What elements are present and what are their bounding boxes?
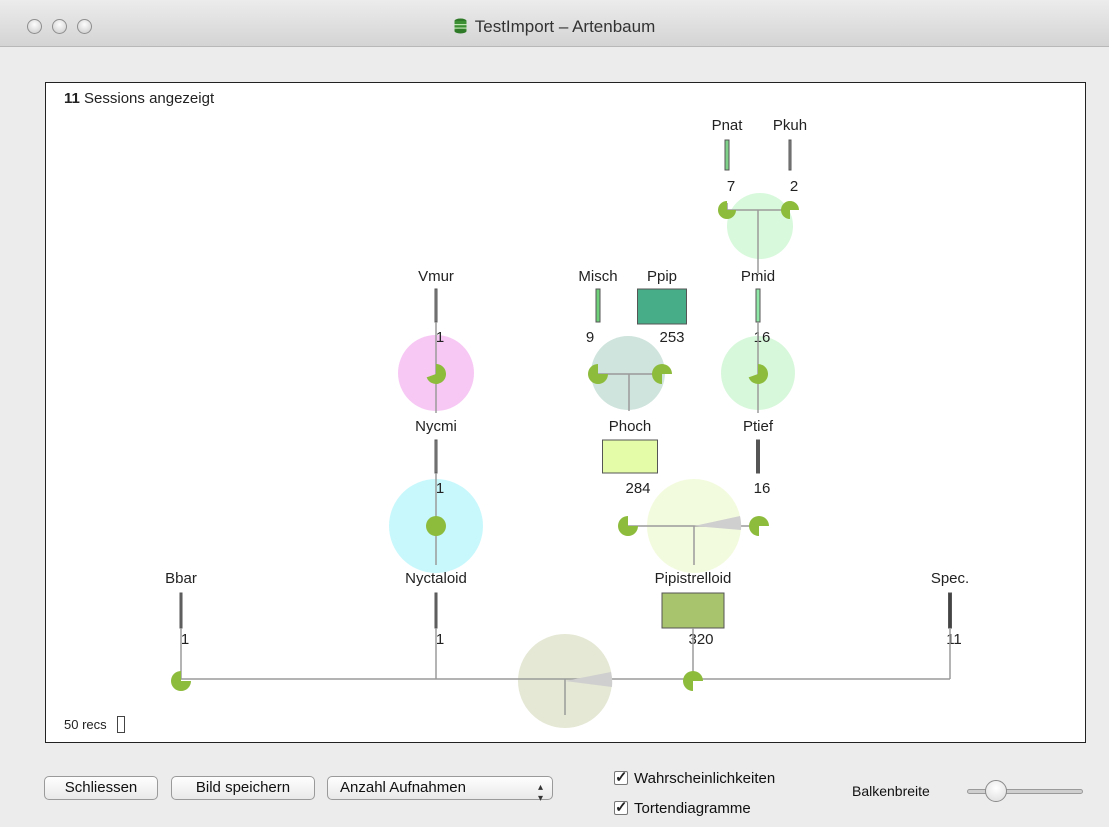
node-count-nyctaloid: 1: [436, 631, 444, 648]
node-count-ppip: 253: [659, 329, 684, 346]
node-bar-nycmi: [434, 439, 438, 474]
node-count-pipistrelloid: 320: [688, 631, 713, 648]
database-icon: [454, 18, 467, 34]
close-button[interactable]: Schliessen: [44, 776, 158, 800]
checkbox-checked-icon: [614, 798, 628, 816]
node-bar-pnat: [724, 139, 730, 171]
records-scale-bar: [116, 716, 125, 733]
node-count-misch: 9: [586, 329, 594, 346]
metric-select[interactable]: Anzahl Aufnahmen ▴ ▾: [327, 776, 553, 804]
group-circle-pnat-pkuh: [727, 193, 793, 259]
node-count-nycmi: 1: [436, 480, 444, 497]
node-bar-ptief: [756, 439, 760, 474]
node-label-bbar: Bbar: [165, 570, 197, 587]
bar-width-label: Balkenbreite: [852, 783, 930, 799]
species-tree-diagram: Pnat 7 Pkuh 2 Vmur 1 Misch 9 Ppip 253 Pmid 16 Nycmi 1…: [165, 117, 969, 728]
node-label-ptief: Ptief: [743, 418, 774, 435]
node-bar-spec: [948, 592, 952, 629]
pie-pkuh: [781, 201, 799, 219]
title-bar: TestImport – Artenbaum: [0, 0, 1109, 47]
node-count-bbar: 1: [181, 631, 189, 648]
node-bar-misch: [595, 288, 601, 323]
node-count-pkuh: 2: [790, 178, 798, 195]
pie-bbar: [171, 671, 191, 691]
node-label-nycmi: Nycmi: [415, 418, 457, 435]
node-bar-pmid: [755, 288, 761, 323]
node-label-misch: Misch: [578, 268, 617, 285]
updown-arrows-icon: ▴ ▾: [537, 782, 543, 804]
node-bar-phoch: [602, 439, 658, 474]
node-label-phoch: Phoch: [609, 418, 652, 435]
checkbox-checked-icon: [614, 768, 628, 786]
pie-ptief: [749, 516, 769, 536]
node-label-vmur: Vmur: [418, 268, 454, 285]
probabilities-checkbox[interactable]: Wahrscheinlichkeiten: [614, 768, 776, 787]
records-scale: 50 recs: [64, 716, 125, 733]
node-count-pmid: 16: [754, 329, 771, 346]
node-label-spec: Spec.: [931, 570, 969, 587]
node-count-spec: 11: [946, 631, 962, 648]
node-bar-ppip: [637, 288, 687, 325]
node-label-pipistrelloid: Pipistrelloid: [655, 570, 732, 587]
records-scale-label: 50 recs: [64, 717, 107, 732]
pies-label: Tortendiagramme: [634, 800, 751, 817]
node-bar-pipistrelloid: [661, 592, 725, 629]
node-count-ptief: 16: [754, 480, 771, 497]
pie-ppip: [652, 364, 672, 384]
pie-pnat: [718, 201, 736, 219]
species-tree-canvas: 11 Sessions angezeigt Pnat 7 Pkuh 2 Vmur 1 Mis…: [45, 82, 1086, 743]
pie-nycmi: [426, 516, 446, 536]
node-bar-bbar: [179, 592, 183, 629]
node-count-phoch: 284: [625, 480, 650, 497]
pie-phoch: [618, 516, 638, 536]
node-label-ppip: Ppip: [647, 268, 677, 285]
probabilities-label: Wahrscheinlichkeiten: [634, 770, 776, 787]
pie-pipistrelloid: [683, 671, 703, 691]
pies-checkbox[interactable]: Tortendiagramme: [614, 798, 751, 817]
node-label-nyctaloid: Nyctaloid: [405, 570, 467, 587]
node-label-pkuh: Pkuh: [773, 117, 807, 134]
metric-select-value: Anzahl Aufnahmen: [340, 779, 466, 796]
node-label-pnat: Pnat: [712, 117, 744, 134]
node-count-vmur: 1: [436, 329, 444, 346]
window-title: TestImport – Artenbaum: [0, 17, 1109, 37]
app-window: TestImport – Artenbaum 11 Sessions angez…: [0, 0, 1109, 827]
node-bar-nyctaloid: [434, 592, 438, 629]
node-count-pnat: 7: [727, 178, 735, 195]
node-bar-vmur: [434, 288, 438, 323]
window-title-text: TestImport – Artenbaum: [474, 17, 656, 36]
save-image-button[interactable]: Bild speichern: [171, 776, 315, 800]
bar-width-slider-knob[interactable]: [985, 780, 1007, 802]
node-bar-pkuh: [788, 139, 792, 171]
node-label-pmid: Pmid: [741, 268, 775, 285]
